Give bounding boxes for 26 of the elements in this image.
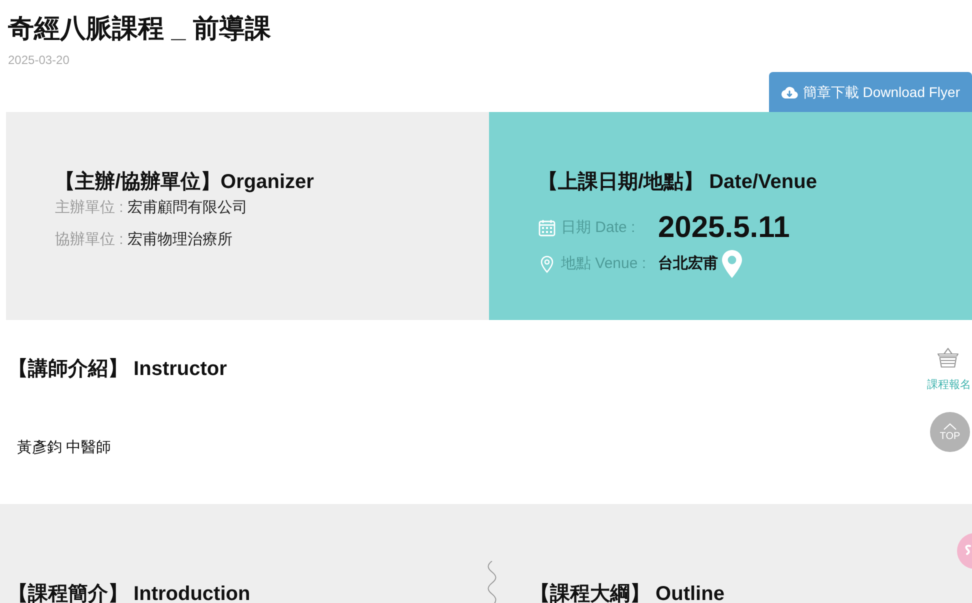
calendar-icon	[538, 219, 556, 237]
location-pin-icon	[538, 255, 556, 273]
basket-icon[interactable]	[937, 347, 959, 368]
instructor-name: 黃彥鈞 中醫師	[17, 438, 112, 458]
page-title: 奇經八脈課程 _ 前導課	[7, 12, 272, 45]
post-date: 2025-03-20	[8, 52, 70, 68]
field-label: 協辦單位 :	[55, 231, 124, 248]
field-value: 宏甫物理治療所	[127, 231, 232, 248]
section-heading: 【上課日期/地點】 Date/Venue	[538, 170, 817, 194]
floating-button-icon[interactable]	[957, 533, 972, 569]
field-label: 地點 Venue :	[561, 254, 648, 274]
download-flyer-button[interactable]: 簡章下載 Download Flyer	[768, 72, 972, 112]
section-heading: 【課程大綱】 Outline	[530, 582, 724, 603]
map-pin-icon[interactable]	[722, 250, 742, 278]
field-label: 日期 Date :	[561, 218, 636, 238]
field-label: 主辦單位 :	[55, 199, 124, 216]
course-date: 2025.5.11	[658, 210, 790, 246]
cloud-download-icon	[780, 85, 798, 99]
venue-name: 台北宏甫	[658, 254, 718, 274]
chevron-up-icon	[943, 422, 957, 430]
back-to-top-button[interactable]: TOP	[930, 412, 970, 452]
field-value: 宏甫顧問有限公司	[127, 199, 248, 216]
signup-link[interactable]: 課程報名	[927, 378, 971, 392]
wavy-divider	[487, 561, 497, 603]
section-heading: 【講師介紹】 Instructor	[8, 357, 227, 381]
section-heading: 【主辦/協辦單位】Organizer	[55, 170, 314, 194]
